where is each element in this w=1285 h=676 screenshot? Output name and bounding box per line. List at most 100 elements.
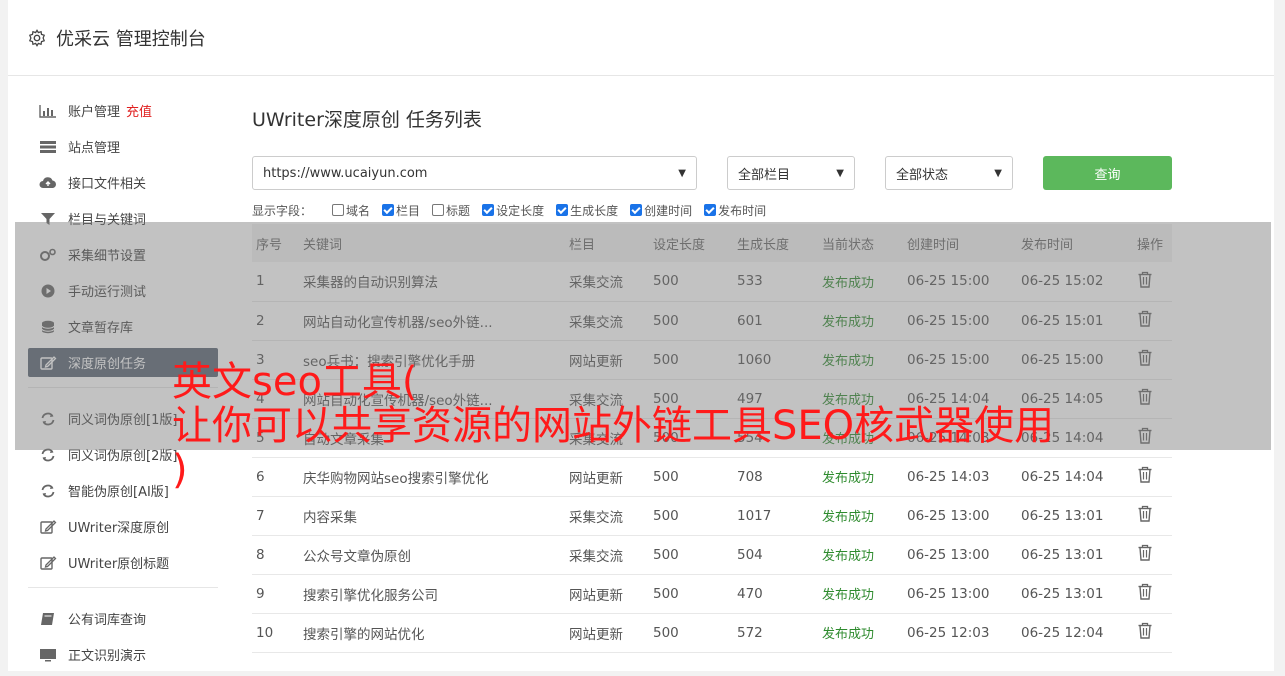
trash-icon[interactable] [1137, 583, 1153, 604]
checkbox-label: 生成长度 [570, 203, 619, 218]
page-header-title: 优采云 管理控制台 [56, 28, 206, 50]
table-cell: 500 [653, 507, 679, 524]
overlay-line-1: 英文seo工具( [172, 359, 418, 405]
sidebar-item[interactable]: 正文识别演示 [28, 640, 218, 669]
field-checkbox[interactable]: 域名 [332, 202, 370, 219]
site-select-value: https://www.ucaiyun.com [263, 165, 428, 181]
action-cell [1137, 496, 1172, 535]
page-title: UWriter深度原创 任务列表 [252, 109, 482, 131]
trash-icon[interactable] [1137, 544, 1153, 565]
checkbox-label: 创建时间 [644, 203, 693, 218]
table-cell: 06-25 13:01 [1021, 507, 1104, 524]
sidebar-divider [28, 587, 218, 588]
checkbox-box[interactable] [382, 204, 395, 216]
table-row: 7 内容采集 采集交流 500 1017 发布成功 06-25 13:00 06-25 13:… [252, 496, 1172, 535]
trash-icon[interactable] [1137, 505, 1153, 526]
status-cell: 发布成功 [822, 627, 875, 642]
sidebar-item-label: 正文识别演示 [68, 649, 147, 664]
table-cell: 06-25 12:04 [1021, 624, 1104, 641]
table-cell: 06-25 12:03 [907, 624, 990, 641]
recharge-link[interactable]: 充值 [126, 101, 152, 120]
sidebar-item-label: UWriter深度原创 [68, 521, 170, 536]
chevron-down-icon: ▼ [678, 167, 686, 179]
checkbox-box[interactable] [332, 204, 345, 216]
checkbox-box[interactable] [432, 204, 445, 216]
table-cell: 内容采集 [303, 509, 357, 526]
display-fields: 显示字段： 域名 栏目 标题 设定长度 生成长度 创建时间 发布时间 [252, 200, 1172, 220]
monitor-icon [38, 647, 58, 663]
checkbox-box[interactable] [556, 204, 569, 216]
status-cell: 发布成功 [822, 549, 875, 564]
checkbox-label: 栏目 [396, 203, 421, 218]
field-checkbox[interactable]: 栏目 [382, 202, 420, 219]
table-cell: 06-25 13:00 [907, 585, 990, 602]
action-cell [1137, 574, 1172, 613]
sidebar-item-label: 接口文件相关 [68, 177, 147, 192]
table-cell: 9 [256, 585, 265, 602]
table-row: 9 搜索引擎优化服务公司 网站更新 500 470 发布成功 06-25 13:00 06-2… [252, 574, 1172, 613]
overlay-line-2: 让你可以共享资源的网站外链工具SEO核武器使用 [172, 403, 1055, 449]
chevron-down-icon: ▼ [994, 167, 1002, 179]
site-select[interactable]: https://www.ucaiyun.com ▼ [252, 156, 697, 190]
checkbox-label: 标题 [446, 203, 471, 218]
trash-icon[interactable] [1137, 622, 1153, 643]
table-cell: 500 [653, 624, 679, 641]
action-cell [1137, 613, 1172, 652]
field-checkbox[interactable]: 生成长度 [556, 202, 618, 219]
status-select[interactable]: 全部状态 ▼ [885, 156, 1013, 190]
field-checkbox[interactable]: 标题 [432, 202, 470, 219]
checkbox-label: 设定长度 [496, 203, 545, 218]
sidebar-item[interactable]: UWriter深度原创 [28, 512, 218, 541]
table-cell: 06-25 13:00 [907, 507, 990, 524]
display-fields-label: 显示字段： [252, 203, 313, 218]
table-cell: 搜索引擎的网站优化 [303, 626, 425, 643]
table-cell: 1017 [737, 507, 772, 524]
table-cell: 网站更新 [569, 626, 623, 643]
checkbox-label: 发布时间 [718, 203, 767, 218]
table-cell: 470 [737, 585, 763, 602]
table-cell: 572 [737, 624, 763, 641]
status-cell: 发布成功 [822, 510, 875, 525]
table-cell: 网站更新 [569, 587, 623, 604]
table-cell: 500 [653, 585, 679, 602]
sidebar-item[interactable]: 账户管理 充值 [28, 96, 218, 125]
column-select[interactable]: 全部栏目 ▼ [727, 156, 855, 190]
bar-chart-icon [38, 103, 58, 119]
field-checkbox[interactable]: 发布时间 [704, 202, 766, 219]
table-cell: 06-25 13:00 [907, 546, 990, 563]
overlay-line-3: ) [172, 447, 188, 493]
field-checkbox[interactable]: 设定长度 [482, 202, 544, 219]
cloud-upload-icon [38, 175, 58, 191]
checkbox-box[interactable] [482, 204, 495, 216]
sidebar-item[interactable]: 站点管理 [28, 132, 218, 161]
table-cell: 7 [256, 507, 265, 524]
chevron-down-icon: ▼ [836, 167, 844, 179]
sidebar-item-label: 公有词库查询 [68, 613, 147, 628]
status-select-value: 全部状态 [896, 167, 949, 183]
header: 优采云 管理控制台 [8, 0, 1274, 76]
sidebar-item-label: UWriter原创标题 [68, 557, 170, 572]
overlay-caption: 英文seo工具( 让你可以共享资源的网站外链工具SEO核武器使用 ) [172, 360, 1172, 492]
table-cell: 06-25 13:01 [1021, 546, 1104, 563]
server-icon [38, 139, 58, 155]
edit-icon [38, 555, 58, 571]
table-cell: 10 [256, 624, 274, 641]
checkbox-box[interactable] [704, 204, 717, 216]
sidebar-item-label: 站点管理 [68, 141, 121, 156]
field-checkbox[interactable]: 创建时间 [630, 202, 692, 219]
action-cell [1137, 535, 1172, 574]
checkbox-box[interactable] [630, 204, 643, 216]
table-row: 10 搜索引擎的网站优化 网站更新 500 572 发布成功 06-25 12:03 06-2… [252, 613, 1172, 652]
sidebar-item[interactable]: 接口文件相关 [28, 168, 218, 197]
table-cell: 采集交流 [569, 548, 623, 565]
sidebar-item[interactable]: UWriter原创标题 [28, 548, 218, 577]
refresh-icon [38, 483, 58, 499]
edit-icon [38, 519, 58, 535]
table-cell: 8 [256, 546, 265, 563]
sidebar-item[interactable]: 公有词库查询 [28, 604, 218, 633]
table-row: 8 公众号文章伪原创 采集交流 500 504 发布成功 06-25 13:00 06-25 … [252, 535, 1172, 574]
query-button[interactable]: 查询 [1043, 156, 1172, 190]
table-cell: 公众号文章伪原创 [303, 548, 411, 565]
table-cell: 06-25 13:01 [1021, 585, 1104, 602]
status-cell: 发布成功 [822, 588, 875, 603]
